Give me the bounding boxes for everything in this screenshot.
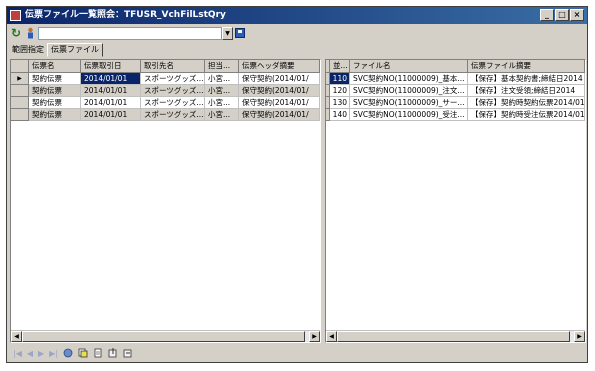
cell-file-summary[interactable]: 【保存】契約時契約伝票2014/01 bbox=[468, 97, 585, 109]
scroll-thumb[interactable] bbox=[337, 331, 570, 342]
row-header bbox=[11, 97, 29, 109]
scroll-right-arrow-icon[interactable]: ▶ bbox=[309, 331, 320, 342]
scroll-left-arrow-icon[interactable]: ◀ bbox=[11, 331, 22, 342]
cell-file-name[interactable]: SVC契約NO(11000009)_受注... bbox=[350, 109, 468, 121]
col-header-person[interactable]: 担当... bbox=[205, 60, 239, 73]
voucher-grid: 伝票名 伝票取引日 取引先名 担当... 伝票ヘッダ摘要 ▶ 契約伝票 2014… bbox=[10, 59, 321, 343]
scroll-right-arrow-icon[interactable]: ▶ bbox=[574, 331, 585, 342]
cell-summary[interactable]: 保守契約(2014/01/ bbox=[239, 73, 320, 85]
cell-date[interactable]: 2014/01/01 bbox=[81, 73, 141, 85]
table-row[interactable]: 120 SVC契約NO(11000009)_注文... 【保存】注文受領;締結日… bbox=[326, 85, 585, 97]
cell-summary[interactable]: 保守契約(2014/01/ bbox=[239, 97, 320, 109]
main-window: 伝票ファイル一覧照会：TFUSR_VchFilLstQry _ □ × ↻ ▼ … bbox=[6, 6, 588, 363]
cell-voucher-name[interactable]: 契約伝票 bbox=[29, 73, 81, 85]
table-row[interactable]: 140 SVC契約NO(11000009)_受注... 【保存】契約時受注伝票2… bbox=[326, 109, 585, 121]
next-record-icon[interactable]: ▶ bbox=[38, 349, 44, 358]
col-header-file-summary[interactable]: 伝票ファイル摘要 bbox=[468, 60, 585, 73]
cell-voucher-name[interactable]: 契約伝票 bbox=[29, 85, 81, 97]
cell-date[interactable]: 2014/01/01 bbox=[81, 97, 141, 109]
cell-partner[interactable]: スポーツグッズ... bbox=[141, 85, 205, 97]
row-header bbox=[11, 109, 29, 121]
minimize-button[interactable]: _ bbox=[540, 9, 554, 21]
cell-order[interactable]: 130 bbox=[330, 97, 350, 109]
cell-file-summary[interactable]: 【保存】基本契約書;締結日2014 bbox=[468, 73, 585, 85]
window-title: 伝票ファイル一覧照会：TFUSR_VchFilLstQry bbox=[25, 10, 226, 20]
globe-icon[interactable] bbox=[63, 348, 73, 358]
prev-record-icon[interactable]: ◀ bbox=[27, 349, 33, 358]
row-header-corner bbox=[11, 60, 29, 73]
voucher-grid-header: 伝票名 伝票取引日 取引先名 担当... 伝票ヘッダ摘要 bbox=[11, 60, 320, 73]
row-header bbox=[11, 85, 29, 97]
cell-file-name[interactable]: SVC契約NO(11000009)_サー... bbox=[350, 97, 468, 109]
scroll-thumb[interactable] bbox=[22, 331, 305, 342]
cell-voucher-name[interactable]: 契約伝票 bbox=[29, 97, 81, 109]
last-record-icon[interactable]: ▶| bbox=[49, 349, 58, 358]
cell-summary[interactable]: 保守契約(2014/01/ bbox=[239, 109, 320, 121]
tab-strip: 範囲指定 伝票ファイル bbox=[9, 43, 103, 57]
cell-person[interactable]: 小宮... bbox=[205, 109, 239, 121]
combo-dropdown-button[interactable]: ▼ bbox=[222, 27, 233, 40]
copy-record-icon[interactable] bbox=[78, 348, 88, 358]
cell-person[interactable]: 小宮... bbox=[205, 97, 239, 109]
cell-file-name[interactable]: SVC契約NO(11000009)_基本... bbox=[350, 73, 468, 85]
cell-voucher-name[interactable]: 契約伝票 bbox=[29, 109, 81, 121]
col-header-file-name[interactable]: ファイル名 bbox=[350, 60, 468, 73]
maximize-button[interactable]: □ bbox=[555, 9, 569, 21]
title-bar: 伝票ファイル一覧照会：TFUSR_VchFilLstQry _ □ × bbox=[7, 7, 587, 24]
cell-summary[interactable]: 保守契約(2014/01/ bbox=[239, 85, 320, 97]
cell-file-summary[interactable]: 【保存】注文受領;締結日2014 bbox=[468, 85, 585, 97]
refresh-icon[interactable]: ↻ bbox=[11, 27, 21, 39]
file-grid-header: 並... ファイル名 伝票ファイル摘要 bbox=[326, 60, 585, 73]
cell-date[interactable]: 2014/01/01 bbox=[81, 109, 141, 121]
close-button[interactable]: × bbox=[570, 9, 584, 21]
file-grid: 並... ファイル名 伝票ファイル摘要 110 SVC契約NO(11000009… bbox=[325, 59, 586, 343]
file-grid-hscrollbar[interactable]: ◀ ▶ bbox=[326, 330, 585, 342]
table-row[interactable]: 契約伝票 2014/01/01 スポーツグッズ... 小宮... 保守契約(20… bbox=[11, 97, 320, 109]
filter-combo-input[interactable] bbox=[38, 27, 222, 40]
record-navigator: |◀ ◀ ▶ ▶| bbox=[13, 347, 133, 359]
col-header-partner[interactable]: 取引先名 bbox=[141, 60, 205, 73]
cell-partner[interactable]: スポーツグッズ... bbox=[141, 73, 205, 85]
current-row-indicator-icon: ▶ bbox=[11, 73, 29, 85]
tab-range[interactable]: 範囲指定 bbox=[9, 44, 47, 57]
table-row[interactable]: 110 SVC契約NO(11000009)_基本... 【保存】基本契約書;締結… bbox=[326, 73, 585, 85]
scroll-left-arrow-icon[interactable]: ◀ bbox=[326, 331, 337, 342]
toolbar: ↻ ▼ bbox=[7, 25, 587, 43]
col-header-voucher-name[interactable]: 伝票名 bbox=[29, 60, 81, 73]
document-icon[interactable] bbox=[93, 348, 103, 358]
first-record-icon[interactable]: |◀ bbox=[13, 349, 22, 358]
cell-partner[interactable]: スポーツグッズ... bbox=[141, 97, 205, 109]
cell-order[interactable]: 140 bbox=[330, 109, 350, 121]
cell-person[interactable]: 小宮... bbox=[205, 73, 239, 85]
cell-file-name[interactable]: SVC契約NO(11000009)_注文... bbox=[350, 85, 468, 97]
cell-order[interactable]: 120 bbox=[330, 85, 350, 97]
app-icon bbox=[10, 10, 21, 21]
detach-file-icon[interactable] bbox=[123, 348, 133, 358]
cell-person[interactable]: 小宮... bbox=[205, 85, 239, 97]
voucher-grid-hscrollbar[interactable]: ◀ ▶ bbox=[11, 330, 320, 342]
save-icon[interactable] bbox=[235, 28, 245, 38]
cell-order[interactable]: 110 bbox=[330, 73, 350, 85]
table-row[interactable]: 契約伝票 2014/01/01 スポーツグッズ... 小宮... 保守契約(20… bbox=[11, 109, 320, 121]
cell-partner[interactable]: スポーツグッズ... bbox=[141, 109, 205, 121]
cell-date[interactable]: 2014/01/01 bbox=[81, 85, 141, 97]
col-header-date[interactable]: 伝票取引日 bbox=[81, 60, 141, 73]
tab-voucher-files[interactable]: 伝票ファイル bbox=[47, 43, 103, 57]
col-header-summary[interactable]: 伝票ヘッダ摘要 bbox=[239, 60, 320, 73]
col-header-order[interactable]: 並... bbox=[330, 60, 350, 73]
table-row[interactable]: ▶ 契約伝票 2014/01/01 スポーツグッズ... 小宮... 保守契約(… bbox=[11, 73, 320, 85]
cell-file-summary[interactable]: 【保存】契約時受注伝票2014/01 bbox=[468, 109, 585, 121]
person-filter-icon[interactable] bbox=[25, 27, 36, 39]
table-row[interactable]: 契約伝票 2014/01/01 スポーツグッズ... 小宮... 保守契約(20… bbox=[11, 85, 320, 97]
table-row[interactable]: 130 SVC契約NO(11000009)_サー... 【保存】契約時契約伝票2… bbox=[326, 97, 585, 109]
attach-file-icon[interactable] bbox=[108, 348, 118, 358]
